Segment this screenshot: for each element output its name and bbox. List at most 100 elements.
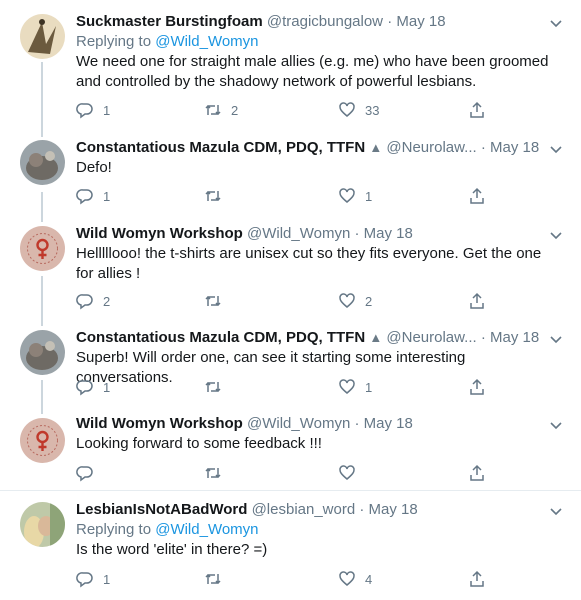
avatar[interactable] (20, 14, 65, 59)
avatar[interactable] (20, 140, 65, 185)
reply-button[interactable]: 1 (76, 100, 110, 120)
share-button[interactable] (468, 569, 486, 589)
retweet-button[interactable] (204, 291, 231, 311)
like-button[interactable]: 4 (338, 569, 372, 589)
replying-to-link[interactable]: @Wild_Womyn (155, 33, 258, 50)
avatar[interactable] (20, 330, 65, 375)
share-icon (470, 570, 484, 587)
chevron-down-icon[interactable] (549, 418, 563, 432)
reply-button[interactable]: 2 (76, 291, 110, 311)
like-button[interactable]: 1 (338, 377, 372, 397)
reply-button[interactable]: 1 (76, 377, 110, 397)
author-name[interactable]: LesbianIsNotABadWord (76, 501, 247, 518)
author-name[interactable]: Suckmaster Burstingfoam (76, 13, 263, 30)
bat-emoji-icon: ▲ (369, 140, 383, 155)
like-button[interactable]: 33 (338, 100, 379, 120)
author-handle[interactable]: @Neurolaw... (386, 139, 476, 156)
like-count: 1 (365, 379, 373, 395)
reply-count: 1 (103, 571, 111, 587)
retweet-icon (205, 190, 221, 202)
share-icon (470, 464, 484, 481)
tweet-date[interactable]: May 18 (364, 415, 413, 432)
share-button[interactable] (468, 463, 486, 483)
thread-line (41, 276, 43, 326)
reply-button[interactable] (76, 463, 103, 483)
like-button[interactable] (338, 463, 365, 483)
author-handle[interactable]: @lesbian_word (252, 501, 356, 518)
reply-icon (76, 103, 93, 119)
reply-icon (76, 380, 93, 396)
tweet-date[interactable]: May 18 (364, 225, 413, 242)
heart-icon (339, 102, 355, 117)
heart-icon (339, 571, 355, 586)
author-handle[interactable]: @Wild_Womyn (247, 225, 350, 242)
author-handle[interactable]: @Wild_Womyn (247, 415, 350, 432)
author-handle[interactable]: @tragicbungalow (267, 13, 383, 30)
author-name[interactable]: Constantatious Mazula CDM, PDQ, TTFN (76, 329, 365, 346)
tweet-header: Suckmaster Burstingfoam @tragicbungalow … (76, 12, 561, 32)
author-name[interactable]: Constantatious Mazula CDM, PDQ, TTFN (76, 139, 365, 156)
avatar[interactable] (20, 226, 65, 271)
replying-to-link[interactable]: @Wild_Womyn (155, 521, 258, 538)
share-icon (470, 187, 484, 204)
separator-dot: · (354, 225, 360, 242)
tweet-text: Helllllooo! the t-shirts are unisex cut … (76, 245, 542, 282)
reply-count: 1 (103, 188, 111, 204)
chevron-down-icon[interactable] (549, 228, 563, 242)
avatar[interactable] (20, 418, 65, 463)
chevron-down-icon[interactable] (549, 16, 563, 30)
reply-icon (76, 572, 93, 588)
retweet-button[interactable] (204, 569, 231, 589)
share-icon (470, 101, 484, 118)
thread-line (41, 192, 43, 222)
thread-line (41, 380, 43, 414)
tweet-date[interactable]: May 18 (490, 329, 539, 346)
retweet-button[interactable]: 2 (204, 100, 238, 120)
heart-icon (339, 188, 355, 203)
chevron-down-icon[interactable] (549, 504, 563, 518)
avatar[interactable] (20, 502, 65, 547)
chevron-down-icon[interactable] (549, 332, 563, 346)
like-button[interactable]: 1 (338, 186, 372, 206)
tweet-date[interactable]: May 18 (369, 501, 418, 518)
like-count: 33 (365, 102, 380, 118)
tweet-date[interactable]: May 18 (396, 13, 445, 30)
tweet-header: Wild Womyn Workshop @Wild_Womyn · May 18 (76, 414, 561, 434)
retweet-count: 2 (231, 102, 239, 118)
tweet-header: Constantatious Mazula CDM, PDQ, TTFN ▲ @… (76, 138, 561, 158)
share-button[interactable] (468, 291, 486, 311)
reply-count: 1 (103, 102, 111, 118)
author-handle[interactable]: @Neurolaw... (386, 329, 476, 346)
heart-icon (339, 465, 355, 480)
reply-count: 2 (103, 293, 111, 309)
bat-emoji-icon: ▲ (369, 330, 383, 345)
author-name[interactable]: Wild Womyn Workshop (76, 225, 243, 242)
tweet-header: Constantatious Mazula CDM, PDQ, TTFN ▲ @… (76, 328, 561, 348)
retweet-icon (205, 381, 221, 393)
retweet-icon (205, 295, 221, 307)
like-count: 1 (365, 188, 373, 204)
retweet-button[interactable] (204, 463, 231, 483)
like-count: 4 (365, 571, 373, 587)
like-button[interactable]: 2 (338, 291, 372, 311)
chevron-down-icon[interactable] (549, 142, 563, 156)
share-icon (470, 292, 484, 309)
share-button[interactable] (468, 186, 486, 206)
retweet-button[interactable] (204, 186, 231, 206)
replying-prefix: Replying to (76, 521, 156, 538)
share-button[interactable] (468, 377, 486, 397)
retweet-button[interactable] (204, 377, 231, 397)
separator-dot: · (480, 139, 486, 156)
author-name[interactable]: Wild Womyn Workshop (76, 415, 243, 432)
tweet-date[interactable]: May 18 (490, 139, 539, 156)
heart-icon (339, 379, 355, 394)
reply-button[interactable]: 1 (76, 569, 110, 589)
tweet-header: Wild Womyn Workshop @Wild_Womyn · May 18 (76, 224, 561, 244)
reply-count: 1 (103, 379, 111, 395)
tweet-text: Is the word 'elite' in there? =) (76, 541, 268, 558)
share-button[interactable] (468, 100, 486, 120)
replying-to: Replying to @Wild_Womyn (76, 32, 561, 52)
retweet-icon (205, 104, 221, 116)
reply-button[interactable]: 1 (76, 186, 110, 206)
separator-dot: · (359, 501, 365, 518)
